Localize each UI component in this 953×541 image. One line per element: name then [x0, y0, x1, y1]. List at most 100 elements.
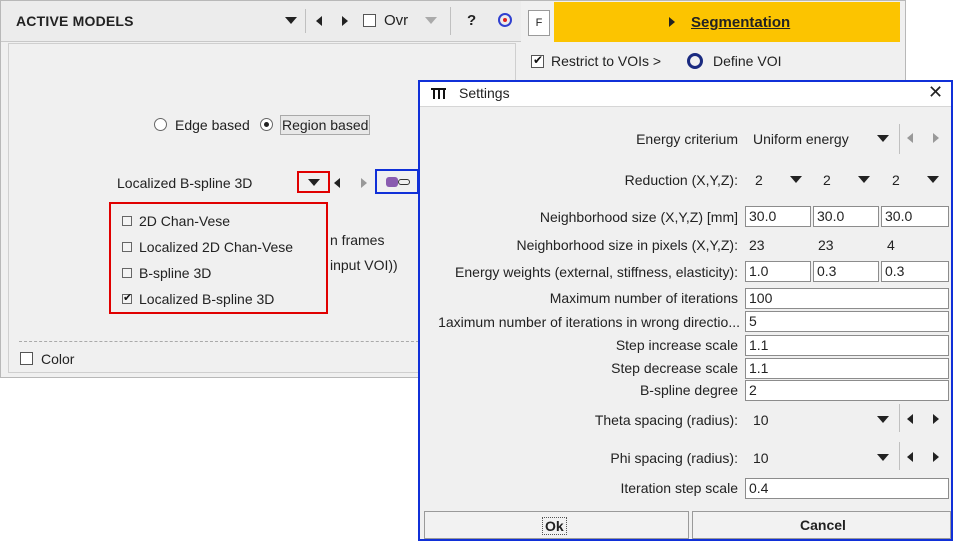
help-button[interactable]: ? [467, 12, 476, 29]
max-iterations-field[interactable]: 100 [745, 288, 949, 309]
app-icon-leg [438, 88, 440, 99]
theta-spacing-label: Theta spacing (radius): [594, 412, 738, 428]
max-iterations-label: Maximum number of iterations [549, 290, 738, 306]
step-decrease-field[interactable]: 1.1 [745, 358, 949, 379]
option-checkbox[interactable] [122, 216, 132, 226]
theta-previous-icon[interactable] [907, 414, 913, 424]
model-option[interactable]: Localized B-spline 3D [139, 291, 274, 307]
energy-weight-elasticity-field[interactable]: 0.3 [881, 261, 949, 282]
region-based-radio[interactable] [260, 118, 273, 131]
bspline-degree-label: B-spline degree [639, 382, 738, 398]
neighborhood-size-y-field[interactable]: 30.0 [813, 206, 879, 227]
divider [899, 442, 900, 470]
reduction-z-dropdown-icon[interactable] [927, 176, 939, 183]
model-settings-highlight[interactable] [375, 169, 419, 194]
reduction-x-dropdown-icon[interactable] [790, 176, 802, 183]
option-checkbox[interactable] [122, 291, 132, 304]
edge-based-label[interactable]: Edge based [175, 117, 250, 133]
divider [899, 404, 900, 432]
color-checkbox[interactable] [20, 352, 33, 365]
iteration-step-scale-field[interactable]: 0.4 [745, 478, 949, 499]
bspline-degree-field[interactable]: 2 [745, 380, 949, 401]
neighborhood-pixels-z: 4 [887, 237, 895, 253]
model-next-icon[interactable] [361, 178, 367, 188]
phi-spacing-value[interactable]: 10 [753, 450, 769, 466]
energy-weight-stiffness-field[interactable]: 0.3 [813, 261, 879, 282]
ovr-checkbox[interactable] [363, 14, 376, 27]
target-icon[interactable] [498, 13, 512, 27]
neighborhood-pixels-label: Neighborhood size in pixels (X,Y,Z): [516, 237, 738, 253]
divider [305, 9, 306, 33]
phi-spacing-label: Phi spacing (radius): [610, 450, 738, 466]
max-iterations-wrong-direction-field[interactable]: 5 [745, 311, 949, 332]
previous-arrow-icon[interactable] [316, 16, 322, 26]
phi-previous-icon[interactable] [907, 452, 913, 462]
model-selected-label: Localized B-spline 3D [117, 175, 253, 191]
restrict-to-vois-checkbox[interactable] [531, 53, 544, 68]
model-dropdown-icon[interactable] [308, 179, 320, 186]
step-increase-field[interactable]: 1.1 [745, 335, 949, 356]
cancel-label: Cancel [800, 517, 846, 533]
model-dropdown-list: 2D Chan-Vese Localized 2D Chan-Vese B-sp… [109, 202, 328, 314]
reduction-y-value[interactable]: 2 [823, 172, 831, 188]
energy-next-icon[interactable] [933, 133, 939, 143]
step-increase-label: Step increase scale [615, 337, 738, 353]
iteration-step-scale-label: Iteration step scale [620, 480, 738, 496]
app-icon [431, 88, 446, 99]
settings-gear-icon[interactable] [386, 177, 398, 187]
play-icon [669, 17, 675, 27]
energy-dropdown-icon[interactable] [877, 135, 889, 142]
option-checkbox[interactable] [122, 242, 132, 252]
restrict-to-vois-label[interactable]: Restrict to VOIs > [551, 53, 661, 69]
theta-spacing-value[interactable]: 10 [753, 412, 769, 428]
neighborhood-pixels-x: 23 [749, 237, 765, 253]
neighborhood-size-label: Neighborhood size (X,Y,Z) [mm] [539, 209, 738, 225]
neighborhood-size-z-field[interactable]: 30.0 [881, 206, 949, 227]
model-dropdown-highlight[interactable] [297, 171, 330, 193]
define-voi-button[interactable]: Define VOI [713, 53, 781, 69]
energy-weight-external-field[interactable]: 1.0 [745, 261, 811, 282]
divider [899, 124, 900, 154]
edge-based-radio[interactable] [154, 118, 167, 131]
target-icon-center [503, 18, 507, 22]
phi-next-icon[interactable] [933, 452, 939, 462]
theta-dropdown-icon[interactable] [877, 416, 889, 423]
neighborhood-size-x-field[interactable]: 30.0 [745, 206, 811, 227]
f-button[interactable]: F [528, 10, 550, 36]
phi-dropdown-icon[interactable] [877, 454, 889, 461]
option-checkbox[interactable] [122, 268, 132, 278]
ok-label: Ok [542, 517, 567, 535]
reduction-z-value[interactable]: 2 [892, 172, 900, 188]
ovr-label: Ovr [384, 12, 409, 29]
energy-weights-label: Energy weights (external, stiffness, ela… [455, 264, 738, 280]
panel-menu-dropdown-icon[interactable] [285, 17, 297, 24]
energy-previous-icon[interactable] [907, 133, 913, 143]
ok-button[interactable]: Ok [424, 511, 689, 539]
reduction-x-value[interactable]: 2 [755, 172, 763, 188]
region-based-label[interactable]: Region based [280, 115, 371, 135]
dialog-title: Settings [459, 85, 510, 101]
step-decrease-label: Step decrease scale [611, 360, 738, 376]
reduction-label: Reduction (X,Y,Z): [624, 172, 738, 188]
reduction-y-dropdown-icon[interactable] [858, 176, 870, 183]
segmentation-label: Segmentation [691, 14, 791, 31]
app-icon-leg [433, 88, 435, 99]
color-label[interactable]: Color [41, 351, 74, 367]
ovr-dropdown-icon[interactable] [425, 17, 437, 24]
theta-next-icon[interactable] [933, 414, 939, 424]
define-voi-icon[interactable] [687, 53, 703, 69]
divider [19, 341, 419, 342]
model-option[interactable]: B-spline 3D [139, 265, 211, 281]
close-icon[interactable]: ✕ [928, 82, 943, 103]
model-previous-icon[interactable] [334, 178, 340, 188]
next-arrow-icon[interactable] [342, 16, 348, 26]
settings-key-icon [398, 179, 410, 185]
model-option[interactable]: Localized 2D Chan-Vese [139, 239, 293, 255]
model-option[interactable]: 2D Chan-Vese [139, 213, 230, 229]
cancel-button[interactable]: Cancel [692, 511, 951, 539]
energy-criterium-value[interactable]: Uniform energy [753, 131, 849, 147]
panel-title: ACTIVE MODELS [16, 13, 134, 29]
divider [450, 7, 451, 35]
neighborhood-pixels-y: 23 [818, 237, 834, 253]
settings-dialog: Settings ✕ Energy criterium Uniform ener… [418, 80, 953, 541]
